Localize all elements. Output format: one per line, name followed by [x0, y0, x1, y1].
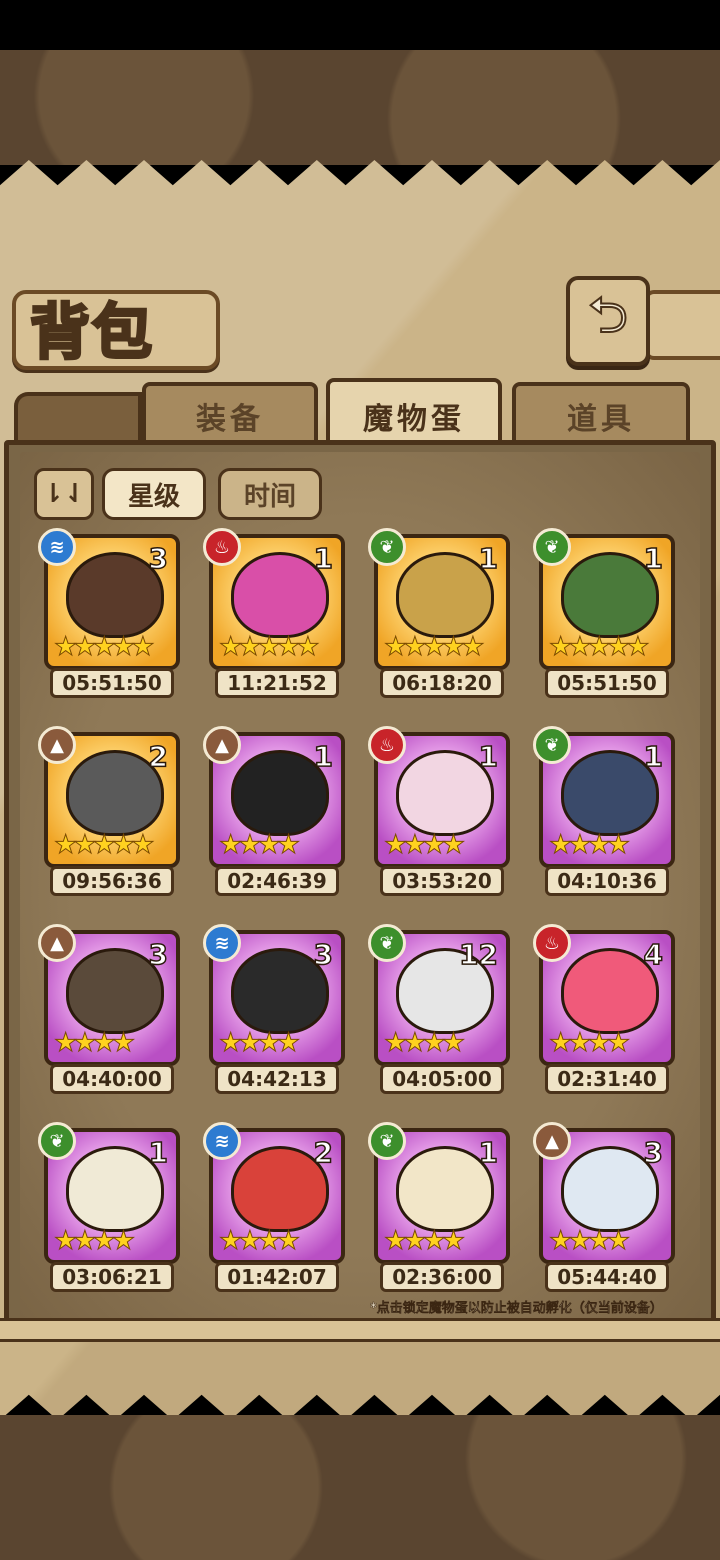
egg-count: 3 — [148, 541, 169, 576]
egg-count: 3 — [313, 937, 334, 972]
egg-count: 1 — [478, 541, 499, 576]
star-rating: ★★★★ — [53, 1226, 135, 1257]
fire-element-icon: ♨ — [203, 528, 241, 566]
star-rating: ★★★★★ — [549, 632, 651, 663]
back-button-tail — [644, 290, 720, 360]
background-map-top — [0, 50, 720, 165]
egg-count: 1 — [478, 1135, 499, 1170]
star-rating: ★★★★★ — [54, 830, 156, 861]
egg-count: 4 — [643, 937, 664, 972]
lock-hint-text: *点击锁定魔物蛋以防止被自动孵化（仅当前设备） — [370, 1301, 663, 1316]
tab-items[interactable]: 道具 — [512, 382, 690, 446]
sort-by-stars-label: 星级 — [127, 481, 180, 512]
hatch-timer: 04:42:13 — [215, 1064, 339, 1094]
star-rating: ★★★★★ — [219, 632, 321, 663]
hatch-timer: 05:51:50 — [545, 668, 669, 698]
hatch-timer: 05:44:40 — [545, 1262, 669, 1292]
fire-element-icon: ♨ — [368, 726, 406, 764]
background-map-bottom — [0, 1415, 720, 1560]
hatch-timer: 01:42:07 — [215, 1262, 339, 1292]
star-rating: ★★★★★ — [54, 632, 156, 663]
egg-count: 3 — [148, 937, 169, 972]
nature-element-icon: ❦ — [533, 528, 571, 566]
egg-count: 1 — [313, 541, 334, 576]
egg-count: 3 — [643, 1135, 664, 1170]
egg-count: 2 — [313, 1135, 334, 1170]
earth-element-icon: ▲ — [533, 1122, 571, 1160]
water-element-icon: ≋ — [203, 1122, 241, 1160]
hatch-timer: 04:05:00 — [380, 1064, 504, 1094]
status-bar — [0, 0, 720, 50]
egg-count: 1 — [643, 541, 664, 576]
egg-count: 1 — [313, 739, 334, 774]
star-rating: ★★★★ — [218, 830, 300, 861]
star-rating: ★★★★ — [383, 1226, 465, 1257]
back-button[interactable]: ⮌ — [566, 276, 650, 366]
sort-by-stars-button[interactable]: 星级 — [102, 468, 206, 520]
egg-count: 1 — [478, 739, 499, 774]
panel-bottom-bar — [0, 1318, 720, 1342]
nature-element-icon: ❦ — [368, 528, 406, 566]
earth-element-icon: ▲ — [38, 726, 76, 764]
hatch-timer: 05:51:50 — [50, 668, 174, 698]
page-title: 背包 — [29, 297, 154, 370]
star-rating: ★★★★ — [53, 1028, 135, 1059]
hatch-timer: 02:46:39 — [215, 866, 339, 896]
water-element-icon: ≋ — [203, 924, 241, 962]
hatch-timer: 09:56:36 — [50, 866, 174, 896]
nature-element-icon: ❦ — [533, 726, 571, 764]
egg-count: 1 — [643, 739, 664, 774]
tab-items-label: 道具 — [567, 402, 635, 437]
star-rating: ★★★★ — [548, 830, 630, 861]
sort-order-toggle[interactable]: ⇂⇃ — [34, 468, 94, 520]
sort-by-time-button[interactable]: 时间 — [218, 468, 322, 520]
hatch-timer: 03:06:21 — [50, 1262, 174, 1292]
hatch-timer: 03:53:20 — [380, 866, 504, 896]
earth-element-icon: ▲ — [203, 726, 241, 764]
hatch-timer: 06:18:20 — [380, 668, 504, 698]
egg-count: 2 — [148, 739, 169, 774]
sort-by-time-label: 时间 — [243, 481, 296, 512]
star-rating: ★★★★ — [383, 1028, 465, 1059]
hatch-timer: 04:10:36 — [545, 866, 669, 896]
egg-count: 12 — [458, 937, 498, 972]
earth-element-icon: ▲ — [38, 924, 76, 962]
back-arrow-icon: ⮌ — [587, 285, 629, 345]
fire-element-icon: ♨ — [533, 924, 571, 962]
nature-element-icon: ❦ — [368, 924, 406, 962]
star-rating: ★★★★ — [218, 1226, 300, 1257]
hatch-timer: 02:31:40 — [545, 1064, 669, 1094]
star-rating: ★★★★ — [548, 1028, 630, 1059]
tab-equipment-label: 装备 — [196, 402, 264, 437]
hatch-timer: 04:40:00 — [50, 1064, 174, 1094]
nature-element-icon: ❦ — [368, 1122, 406, 1160]
star-rating: ★★★★ — [548, 1226, 630, 1257]
sort-order-icon: ⇂⇃ — [42, 479, 86, 509]
tab-monster-egg-label: 魔物蛋 — [363, 402, 465, 437]
egg-count: 1 — [148, 1135, 169, 1170]
star-rating: ★★★★ — [218, 1028, 300, 1059]
star-rating: ★★★★ — [383, 830, 465, 861]
hatch-timer: 02:36:00 — [380, 1262, 504, 1292]
tab-equipment[interactable]: 装备 — [142, 382, 318, 446]
star-rating: ★★★★★ — [384, 632, 486, 663]
nature-element-icon: ❦ — [38, 1122, 76, 1160]
hatch-timer: 11:21:52 — [215, 668, 339, 698]
water-element-icon: ≋ — [38, 528, 76, 566]
